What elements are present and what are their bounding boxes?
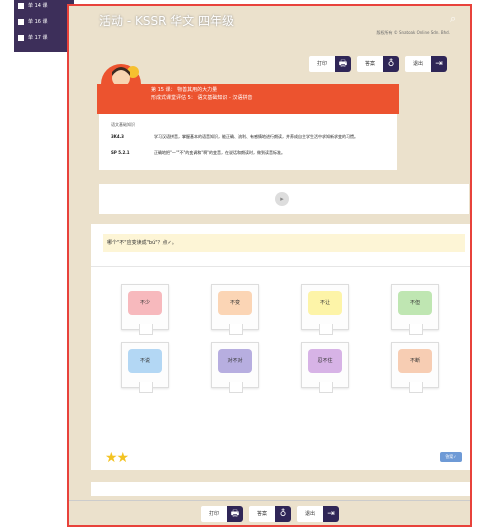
footer-card — [91, 482, 470, 496]
bottom-toolbar: 打印 🖶 答案 ♁ 退出 ⇥ — [201, 506, 339, 522]
option-label: 不让 — [308, 291, 342, 315]
lesson-title: 第 15 课： 物善其用的大力量 — [151, 87, 218, 93]
option-tab — [139, 382, 153, 393]
bulb-icon[interactable]: ♁ — [275, 506, 291, 522]
option-tile[interactable]: 对不对 — [211, 342, 259, 393]
option-label: 不变 — [218, 291, 252, 315]
option-tab — [229, 324, 243, 335]
print-button[interactable]: 打印 🖶 — [201, 506, 243, 522]
option-label: 不少 — [128, 291, 162, 315]
bulb-icon[interactable]: ♁ — [383, 56, 399, 72]
standard-text: 学习汉语拼音，掌握基本的语音知识，能正确、流利、有感情地进行朗读，并养成自主学生… — [154, 134, 358, 139]
option-tile[interactable]: 不说 — [121, 342, 169, 393]
option-tab — [409, 382, 423, 393]
exit-icon[interactable]: ⇥ — [431, 56, 447, 72]
option-tab — [319, 324, 333, 335]
question-text: 哪个"不"应变读成"bú"？点✓。 — [107, 240, 177, 246]
printer-icon[interactable]: 🖶 — [335, 56, 351, 72]
copyright-text: 版权所有 © Snatoak Online Sdn. Bhd. — [376, 30, 450, 35]
standards-heading: 语文基础知识 — [111, 122, 135, 127]
top-toolbar: 打印 🖶 答案 ♁ 退出 ⇥ — [309, 56, 447, 72]
question-bar: 哪个"不"应变读成"bú"？点✓。 — [103, 234, 465, 252]
answer-button[interactable]: 答案 ♁ — [249, 506, 291, 522]
lesson-subtitle: 形成式课堂评估 5： 语文基础知识 - 汉语拼音 — [151, 95, 253, 101]
option-tile[interactable]: 不但 — [391, 284, 439, 335]
exit-label: 退出 — [405, 56, 431, 72]
answer-label: 答案 — [357, 56, 383, 72]
exit-button[interactable]: 退出 ⇥ — [405, 56, 447, 72]
standard-code: SP 5.2.1 — [111, 150, 130, 155]
exit-button[interactable]: 退出 ⇥ — [297, 506, 339, 522]
option-label: 不说 — [128, 349, 162, 373]
play-icon[interactable]: ▸ — [275, 192, 289, 206]
option-tab — [409, 324, 423, 335]
print-button[interactable]: 打印 🖶 — [309, 56, 351, 72]
printer-icon[interactable]: 🖶 — [227, 506, 243, 522]
search-icon[interactable]: ⌕ — [450, 12, 462, 25]
standard-code: 3K4.3 — [111, 134, 124, 139]
option-tile[interactable]: 不变 — [211, 284, 259, 335]
exit-label: 退出 — [297, 506, 323, 522]
option-tab — [229, 382, 243, 393]
title-bar: 活动 - KSSR 华文 四年级 ⌕ 版权所有 © Snatoak Online… — [69, 6, 470, 38]
exit-icon[interactable]: ⇥ — [323, 506, 339, 522]
option-tab — [139, 324, 153, 335]
standards-box: 语文基础知识 3K4.3 学习汉语拼音，掌握基本的语音知识，能正确、流利、有感情… — [99, 114, 397, 170]
divider — [69, 500, 470, 501]
check-answer-button[interactable]: 答案✓ — [440, 452, 462, 462]
star-rating: ★★ — [105, 450, 129, 466]
print-label: 打印 — [201, 506, 227, 522]
divider — [91, 266, 470, 267]
answer-label: 答案 — [249, 506, 275, 522]
option-label: 不但 — [398, 291, 432, 315]
answer-button[interactable]: 答案 ♁ — [357, 56, 399, 72]
question-card: 哪个"不"应变读成"bú"？点✓。 不少 不变 不让 不但 不说 对不对 忍不住… — [91, 224, 470, 470]
option-label: 对不对 — [218, 349, 252, 373]
option-tab — [319, 382, 333, 393]
page-title: 活动 - KSSR 华文 四年级 — [99, 14, 235, 28]
option-label: 不断 — [398, 349, 432, 373]
activity-window: 活动 - KSSR 华文 四年级 ⌕ 版权所有 © Snatoak Online… — [67, 4, 472, 527]
background-sidebar: 单 14 课 单 16 课 单 17 课 — [14, 0, 74, 52]
option-tile[interactable]: 不让 — [301, 284, 349, 335]
option-tile[interactable]: 不少 — [121, 284, 169, 335]
option-tile[interactable]: 忍不住 — [301, 342, 349, 393]
option-tile[interactable]: 不断 — [391, 342, 439, 393]
print-label: 打印 — [309, 56, 335, 72]
option-label: 忍不住 — [308, 349, 342, 373]
standard-text: 正确地把"一""不"的变调和"啊"的变音，在说话和朗读时，做到读音标准。 — [154, 150, 286, 155]
audio-player: ▸ — [99, 184, 469, 214]
